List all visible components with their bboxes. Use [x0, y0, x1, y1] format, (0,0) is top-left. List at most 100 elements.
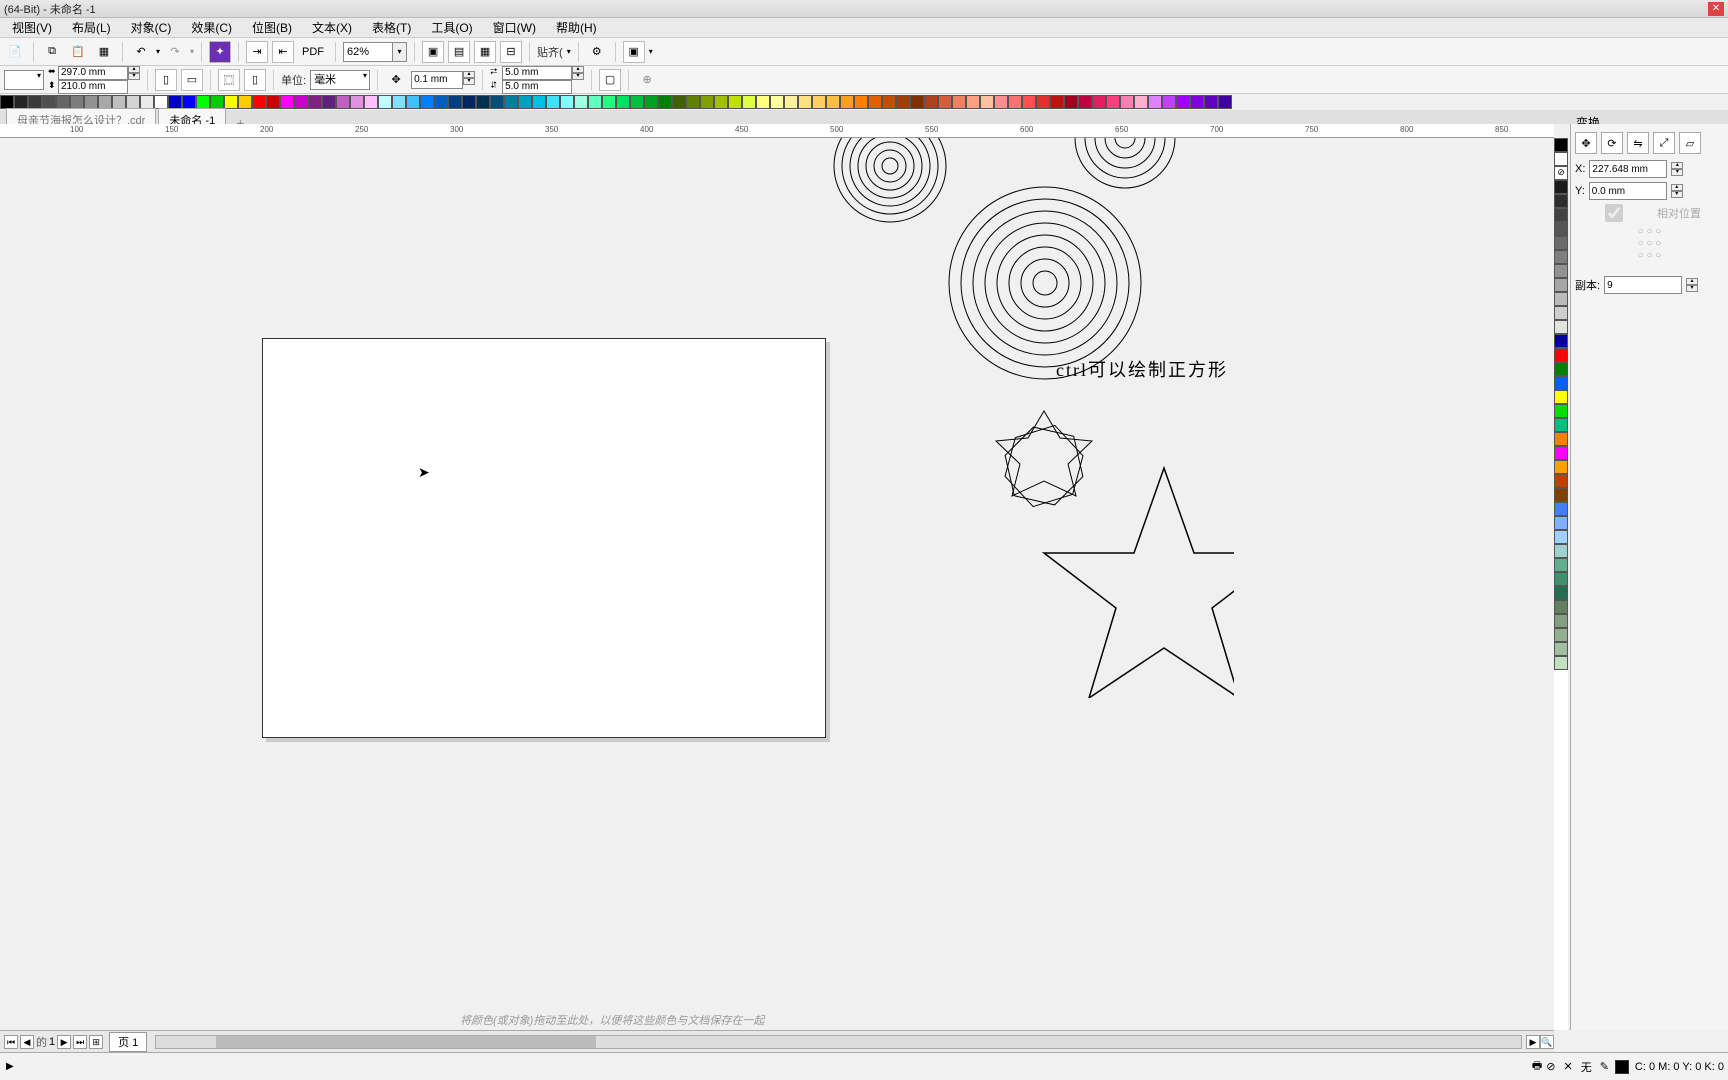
color-swatch[interactable] [1554, 390, 1568, 404]
new-icon[interactable]: 📄 [4, 41, 26, 63]
portrait-icon[interactable]: ▯ [155, 69, 177, 91]
color-swatch[interactable] [308, 95, 322, 109]
color-swatch[interactable] [1554, 586, 1568, 600]
color-swatch[interactable] [112, 95, 126, 109]
x-input[interactable] [1589, 160, 1667, 178]
page-dim-spin[interactable]: ▴▾ [128, 66, 140, 94]
canvas-text-note[interactable]: ctrl可以绘制正方形 [1056, 356, 1228, 382]
scrollbar-thumb[interactable] [216, 1036, 596, 1048]
color-swatch[interactable] [1554, 264, 1568, 278]
color-swatch[interactable] [714, 95, 728, 109]
color-swatch[interactable] [42, 95, 56, 109]
paste-icon[interactable]: 📋 [67, 41, 89, 63]
color-swatch[interactable] [1554, 320, 1568, 334]
color-swatch[interactable] [840, 95, 854, 109]
play-icon[interactable]: ▶ [0, 1061, 14, 1072]
color-swatch[interactable] [1554, 460, 1568, 474]
last-page-icon[interactable]: ⏭ [73, 1035, 87, 1049]
color-swatch[interactable] [924, 95, 938, 109]
color-swatch[interactable] [952, 95, 966, 109]
fullscreen-icon[interactable]: ▣ [422, 41, 444, 63]
color-swatch[interactable] [1554, 446, 1568, 460]
color-swatch[interactable] [854, 95, 868, 109]
color-swatch[interactable] [322, 95, 336, 109]
menu-help[interactable]: 帮助(H) [550, 17, 603, 38]
color-swatch[interactable] [1218, 95, 1232, 109]
layout-drop-icon[interactable]: ▣ [623, 41, 645, 63]
color-swatch[interactable] [28, 95, 42, 109]
color-swatch[interactable] [1554, 530, 1568, 544]
copy-icon[interactable]: ⧉ [41, 41, 63, 63]
units-select[interactable]: 毫米 [310, 70, 370, 90]
color-swatch[interactable] [1554, 348, 1568, 362]
color-swatch[interactable] [196, 95, 210, 109]
color-swatch[interactable] [1554, 362, 1568, 376]
page-height-input[interactable] [58, 80, 128, 94]
menu-tools[interactable]: 工具(O) [425, 17, 478, 38]
first-page-icon[interactable]: ⏮ [4, 1035, 18, 1049]
horizontal-scrollbar[interactable] [155, 1035, 1522, 1049]
page-preset-select[interactable] [4, 70, 44, 90]
color-swatch[interactable] [966, 95, 980, 109]
prev-page-icon[interactable]: ◀ [20, 1035, 34, 1049]
color-swatch[interactable] [1554, 152, 1568, 166]
options-icon[interactable]: ⚙ [586, 41, 608, 63]
snap-label[interactable]: 贴齐( [537, 44, 563, 60]
menu-window[interactable]: 窗口(W) [487, 17, 542, 38]
color-swatch[interactable] [1078, 95, 1092, 109]
color-swatch[interactable] [826, 95, 840, 109]
color-swatch[interactable] [812, 95, 826, 109]
color-swatch[interactable] [728, 95, 742, 109]
treat-as-filled-icon[interactable]: ▢ [599, 69, 621, 91]
next-page-icon[interactable]: ▶ [57, 1035, 71, 1049]
zoom-input[interactable] [343, 42, 393, 62]
color-swatch[interactable] [1106, 95, 1120, 109]
fill-none-icon[interactable]: ⊘ [1546, 1060, 1555, 1073]
color-swatch[interactable] [1064, 95, 1078, 109]
color-swatch[interactable] [1036, 95, 1050, 109]
color-swatch[interactable] [686, 95, 700, 109]
color-swatch[interactable] [420, 95, 434, 109]
color-swatch[interactable] [406, 95, 420, 109]
color-swatch[interactable] [1092, 95, 1106, 109]
color-swatch[interactable] [1554, 656, 1568, 670]
color-swatch[interactable] [1554, 544, 1568, 558]
menu-view[interactable]: 视图(V) [6, 17, 58, 38]
transform-mirror-icon[interactable]: ⇋ [1627, 132, 1649, 154]
color-swatch[interactable] [980, 95, 994, 109]
color-swatch[interactable] [1554, 208, 1568, 222]
color-swatch[interactable] [266, 95, 280, 109]
printer-icon[interactable]: 🖶 [1532, 1057, 1542, 1076]
color-swatch[interactable]: ⊘ [1554, 166, 1568, 180]
color-swatch[interactable] [616, 95, 630, 109]
color-swatch[interactable] [630, 95, 644, 109]
color-swatch[interactable] [252, 95, 266, 109]
color-swatch[interactable] [1554, 558, 1568, 572]
y-spin[interactable]: ▴▾ [1671, 184, 1683, 198]
color-swatch[interactable] [70, 95, 84, 109]
color-swatch[interactable] [1022, 95, 1036, 109]
color-swatch[interactable] [392, 95, 406, 109]
color-swatch[interactable] [1148, 95, 1162, 109]
transform-position-icon[interactable]: ✥ [1575, 132, 1597, 154]
export-icon[interactable]: ⇤ [272, 41, 294, 63]
color-swatch[interactable] [1554, 516, 1568, 530]
pen-icon[interactable]: ✎ [1600, 1060, 1609, 1073]
color-swatch[interactable] [994, 95, 1008, 109]
color-swatch[interactable] [1554, 572, 1568, 586]
color-swatch[interactable] [238, 95, 252, 109]
color-swatch[interactable] [336, 95, 350, 109]
color-swatch[interactable] [1554, 642, 1568, 656]
color-swatch[interactable] [672, 95, 686, 109]
landscape-icon[interactable]: ▭ [181, 69, 203, 91]
color-swatch[interactable] [504, 95, 518, 109]
color-swatch[interactable] [700, 95, 714, 109]
spiral-shape-1[interactable] [830, 138, 950, 256]
dup-x-input[interactable] [502, 66, 572, 80]
color-swatch[interactable] [476, 95, 490, 109]
color-swatch[interactable] [1554, 628, 1568, 642]
canvas[interactable]: ➤ ctrl可以绘制正方形 [0, 138, 1554, 1030]
ruler-horizontal[interactable]: 1001502002503003504004505005506006507007… [0, 124, 1554, 138]
star-shape[interactable] [1034, 458, 1234, 698]
color-swatch[interactable] [896, 95, 910, 109]
